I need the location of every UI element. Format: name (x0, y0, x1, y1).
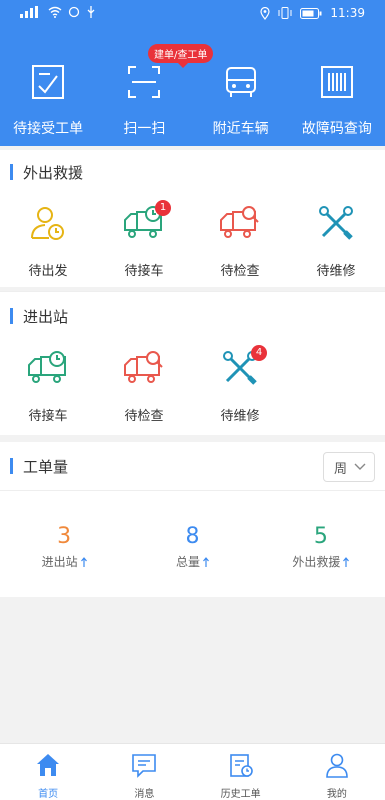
message-icon (132, 754, 157, 778)
topnav-pending-orders[interactable]: 待接受工单 (0, 52, 96, 142)
status-time: 11:39 (330, 6, 365, 20)
tab-label: 历史工单 (220, 789, 261, 800)
header: 11:39 建单/查工单 待接受工单 扫一扫 附近车辆 故障码查询 (0, 0, 385, 146)
stat-label: 外出救援 (292, 555, 341, 569)
station-pending-pickup[interactable]: 待接车 (0, 347, 96, 424)
section-title: 工单量 (10, 456, 68, 476)
arrow-up-icon (343, 556, 350, 567)
car-icon (225, 67, 256, 97)
topnav-scan[interactable]: 扫一扫 (96, 52, 192, 142)
topnav-label: 待接受工单 (13, 121, 84, 137)
barcode-icon (320, 66, 353, 98)
rescue-item-label: 待检查 (220, 264, 260, 279)
station-pending-inspect[interactable]: 待检查 (96, 347, 192, 424)
stat-value: 5 (313, 524, 328, 549)
history-order-icon (229, 754, 253, 777)
tab-mine[interactable]: 我的 (289, 744, 385, 800)
station-item-label: 待检查 (124, 409, 164, 424)
usb-icon (87, 6, 95, 18)
stat-label: 总量 (175, 555, 200, 569)
scan-icon (128, 66, 161, 98)
rescue-pending-inspect[interactable]: 待检查 (192, 202, 288, 279)
bottom-tab-bar: 首页 消息 历史工单 我的 (0, 743, 385, 800)
chevron-down-icon (354, 463, 366, 470)
station-item-label: 待维修 (220, 409, 260, 424)
status-bar: 11:39 (0, 0, 385, 30)
tab-messages[interactable]: 消息 (96, 744, 192, 800)
period-select[interactable]: 周 (323, 452, 375, 482)
topnav-label: 附近车辆 (212, 121, 269, 137)
wifi-icon (48, 6, 62, 18)
rescue-item-label: 待维修 (316, 264, 356, 279)
battery-icon (300, 7, 322, 19)
rescue-item-label: 待接车 (124, 264, 164, 279)
tab-label: 消息 (134, 789, 155, 800)
tab-history[interactable]: 历史工单 (193, 744, 289, 800)
station-item-label: 待接车 (28, 409, 68, 424)
tools-icon (319, 206, 353, 240)
rescue-item-label: 待出发 (28, 264, 68, 279)
station-section: 进出站 待接车 待检查 4 待维修 (0, 292, 385, 435)
location-icon (260, 6, 271, 20)
rescue-pending-repair[interactable]: 待维修 (288, 202, 384, 279)
section-title: 进出站 (10, 306, 68, 326)
stat-value: 3 (57, 524, 72, 549)
sync-icon (68, 6, 80, 18)
stat-value: 8 (185, 524, 200, 549)
rescue-pending-depart[interactable]: 待出发 (0, 202, 96, 279)
arrow-up-icon (80, 556, 87, 567)
notification-badge: 4 (251, 345, 267, 361)
stat-station[interactable]: 3 进出站 (0, 524, 128, 570)
notification-badge: 1 (155, 200, 171, 216)
signal-icon (20, 6, 38, 18)
truck-search-icon (220, 206, 259, 238)
rescue-pending-pickup[interactable]: 1 待接车 (96, 200, 192, 279)
arrow-up-icon (203, 556, 209, 567)
orders-section: 工单量 周 3 进出站 8 总量 5 外出救援 (0, 442, 385, 597)
clipboard-check-icon (32, 65, 65, 99)
top-nav: 待接受工单 扫一扫 附近车辆 故障码查询 (0, 52, 385, 142)
tab-label: 首页 (38, 789, 59, 800)
stat-total[interactable]: 8 总量 (128, 524, 256, 570)
station-pending-repair[interactable]: 4 待维修 (192, 345, 288, 424)
vibrate-icon (278, 7, 292, 19)
rescue-section: 外出救援 待出发 1 待接车 待检查 待维修 (0, 150, 385, 287)
tab-home[interactable]: 首页 (0, 744, 96, 800)
home-icon (37, 754, 60, 776)
section-title: 外出救援 (10, 162, 83, 182)
topnav-label: 扫一扫 (123, 121, 166, 137)
stat-rescue[interactable]: 5 外出救援 (257, 524, 385, 570)
user-icon (326, 753, 348, 778)
person-clock-icon (31, 207, 64, 240)
truck-clock-icon (28, 351, 66, 383)
topnav-fault-code[interactable]: 故障码查询 (289, 52, 385, 142)
stat-label: 进出站 (41, 555, 78, 569)
tab-label: 我的 (326, 789, 347, 800)
period-select-value: 周 (334, 461, 348, 477)
topnav-nearby-vehicles[interactable]: 附近车辆 (193, 52, 289, 142)
topnav-label: 故障码查询 (301, 121, 372, 137)
truck-search-icon (124, 351, 163, 383)
